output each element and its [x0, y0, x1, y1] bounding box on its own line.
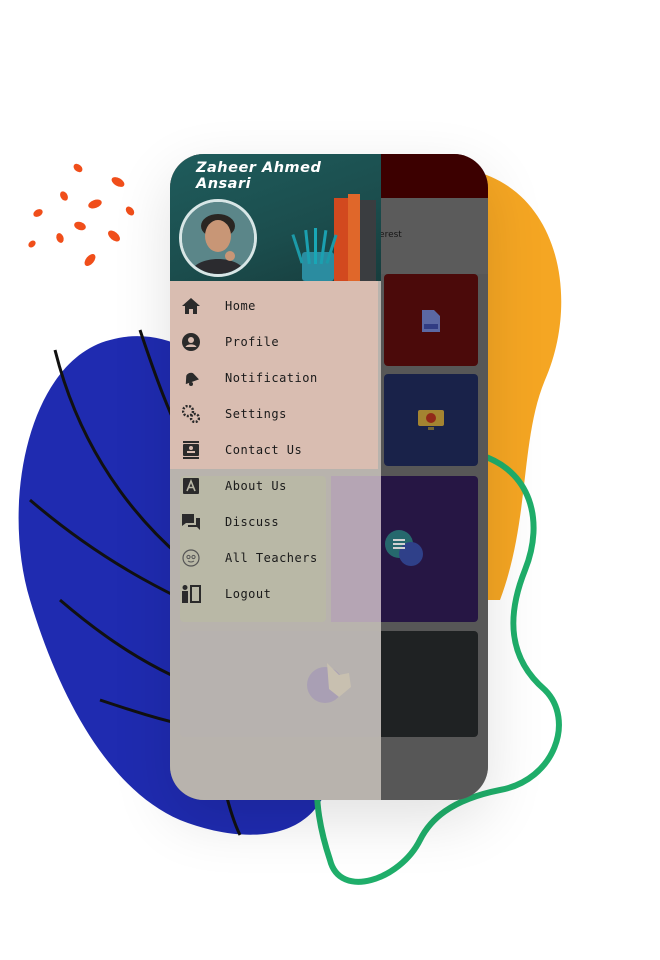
- menu-label: Home: [225, 299, 256, 313]
- teacher-icon: [181, 548, 201, 568]
- home-icon: [181, 296, 201, 316]
- menu-label: Settings: [225, 407, 287, 421]
- logout-icon: [181, 584, 201, 604]
- bell-icon: [181, 368, 201, 388]
- user-photo: [182, 202, 254, 274]
- menu-item-about-us[interactable]: About Us: [170, 468, 381, 504]
- avatar[interactable]: [179, 199, 257, 277]
- menu-item-discuss[interactable]: Discuss: [170, 504, 381, 540]
- menu-item-logout[interactable]: Logout: [170, 576, 381, 612]
- menu-item-home[interactable]: Home: [170, 288, 381, 324]
- menu-item-contact-us[interactable]: Contact Us: [170, 432, 381, 468]
- menu-label: Profile: [225, 335, 280, 349]
- dots-decoration: [28, 163, 135, 266]
- pointer-hand-icon: [307, 663, 351, 703]
- books-pencils-illustration: [291, 194, 376, 281]
- drawer-scrim[interactable]: [381, 154, 488, 800]
- menu-label: All Teachers: [225, 551, 318, 565]
- letter-a-icon: [181, 476, 201, 496]
- menu-label: About Us: [225, 479, 287, 493]
- phone-mockup: iterest Zaheer Ahmed Ansari Home Profile…: [170, 154, 488, 800]
- drawer-header: Zaheer Ahmed Ansari: [170, 154, 381, 281]
- chat-icon: [181, 512, 201, 532]
- menu-item-settings[interactable]: Settings: [170, 396, 381, 432]
- menu-label: Logout: [225, 587, 272, 601]
- drawer-panel-lower: [180, 631, 381, 737]
- menu-label: Contact Us: [225, 443, 303, 457]
- menu-item-all-teachers[interactable]: All Teachers: [170, 540, 381, 576]
- menu-label: Notification: [225, 371, 318, 385]
- person-icon: [181, 332, 201, 352]
- user-name: Zaheer Ahmed Ansari: [196, 160, 322, 192]
- menu-item-profile[interactable]: Profile: [170, 324, 381, 360]
- menu-label: Discuss: [225, 515, 280, 529]
- contact-card-icon: [181, 440, 201, 460]
- navigation-drawer: Zaheer Ahmed Ansari Home Profile Notific…: [170, 154, 381, 800]
- menu-item-notification[interactable]: Notification: [170, 360, 381, 396]
- gears-icon: [181, 404, 201, 424]
